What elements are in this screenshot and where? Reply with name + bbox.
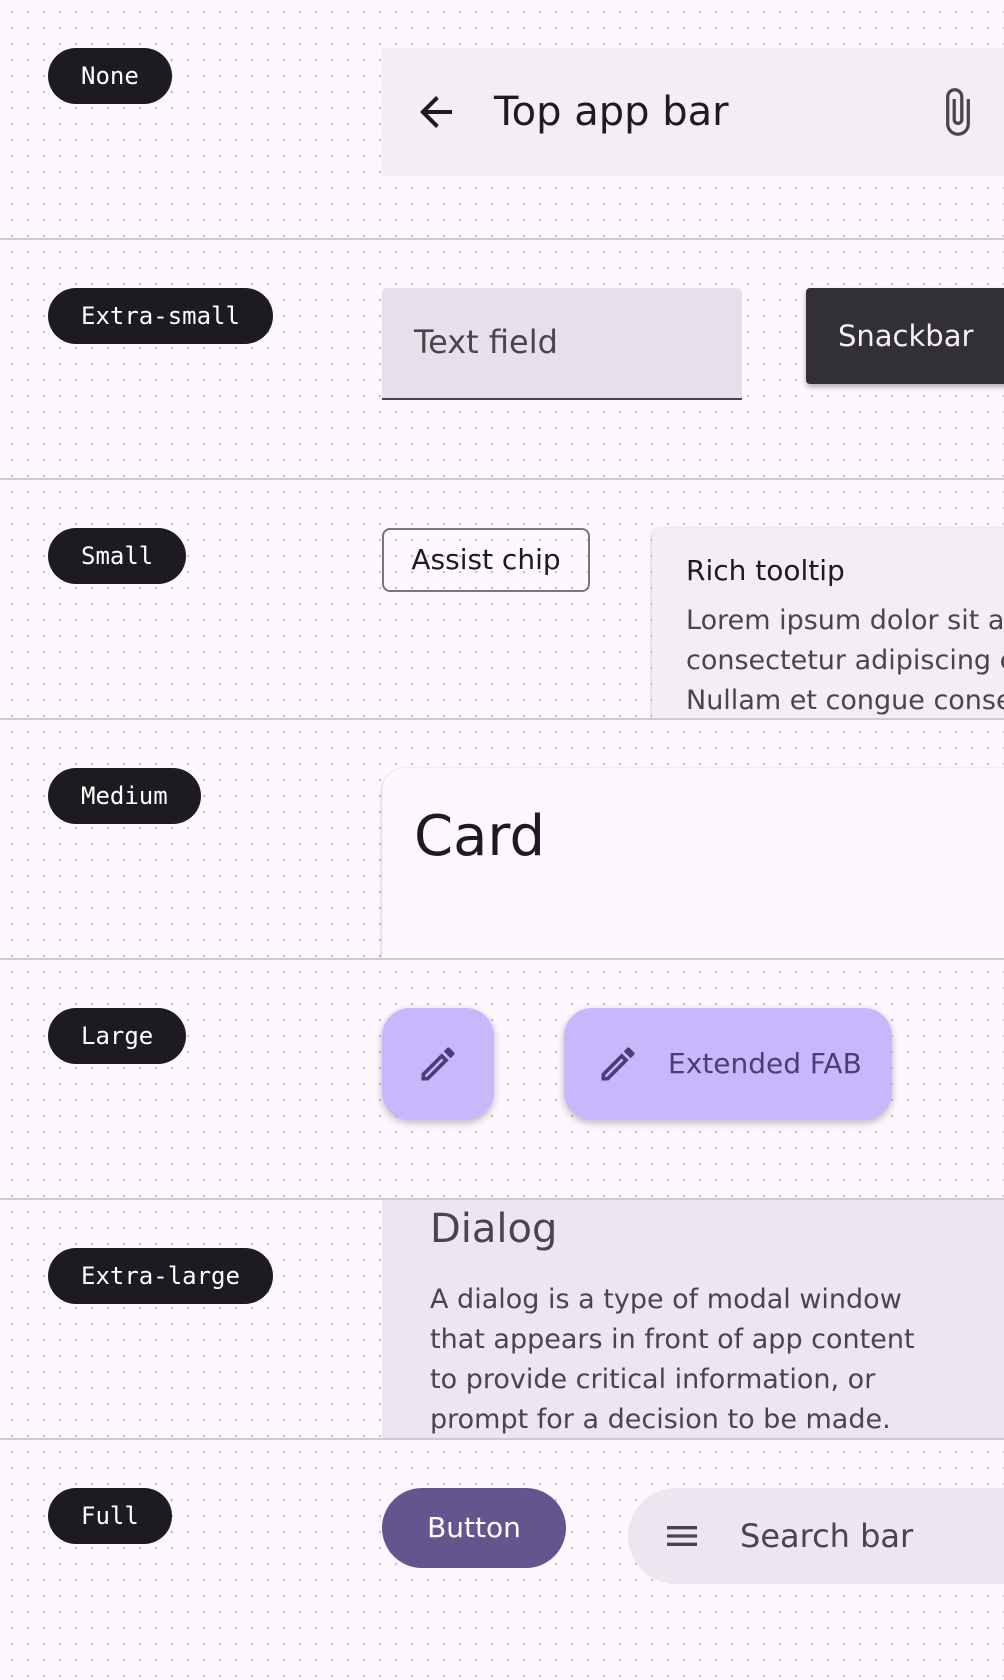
rich-tooltip-body: Lorem ipsum dolor sit amet, consectetur …	[686, 605, 1004, 716]
assist-chip[interactable]: Assist chip	[382, 528, 590, 592]
card[interactable]: Card	[382, 768, 1004, 960]
dialog-body: A dialog is a type of modal window that …	[430, 1284, 915, 1435]
shape-section-none: None Top app bar	[0, 0, 1004, 240]
edit-icon	[601, 1047, 635, 1081]
shape-section-full: Full Button Search bar	[0, 1440, 1004, 1680]
search-bar[interactable]: Search bar	[628, 1488, 1004, 1584]
shape-label-extra-large: Extra-large	[48, 1248, 273, 1304]
extended-fab-button[interactable]: Extended FAB	[564, 1008, 892, 1120]
top-app-bar: Top app bar	[382, 48, 1004, 176]
shape-section-extra-large: Extra-large Dialog A dialog is a type of…	[0, 1200, 1004, 1440]
snackbar-text: Snackbar	[838, 319, 974, 353]
shape-label-full: Full	[48, 1488, 172, 1544]
snackbar: Snackbar	[806, 288, 1004, 384]
search-bar-placeholder: Search bar	[740, 1517, 914, 1555]
shape-label-medium: Medium	[48, 768, 201, 824]
text-field-label: Text field	[414, 323, 558, 361]
rich-tooltip-title: Rich tooltip	[686, 554, 845, 587]
menu-icon[interactable]	[662, 1516, 702, 1556]
arrow-back-icon[interactable]	[412, 88, 460, 136]
shape-section-small: Small Assist chip Rich tooltip Lorem ips…	[0, 480, 1004, 720]
dialog-title: Dialog	[430, 1206, 558, 1252]
shape-label-none: None	[48, 48, 172, 104]
shape-label-large: Large	[48, 1008, 187, 1064]
extended-fab-label: Extended FAB	[668, 1047, 862, 1080]
top-app-bar-title: Top app bar	[494, 89, 729, 135]
shape-label-small: Small	[48, 528, 187, 584]
fab-button[interactable]	[382, 1008, 494, 1120]
rich-tooltip: Rich tooltip Lorem ipsum dolor sit amet,…	[652, 528, 1004, 720]
card-title: Card	[414, 804, 546, 869]
shape-section-medium: Medium Card	[0, 720, 1004, 960]
edit-icon	[421, 1047, 455, 1081]
filled-button[interactable]: Button	[382, 1488, 566, 1568]
attach-file-icon[interactable]	[932, 86, 984, 138]
dialog: Dialog A dialog is a type of modal windo…	[382, 1200, 1004, 1440]
shape-section-large: Large Extended FAB	[0, 960, 1004, 1200]
shape-section-extra-small: Extra-small Text field Snackbar	[0, 240, 1004, 480]
text-field[interactable]: Text field	[382, 288, 742, 400]
shape-label-extra-small: Extra-small	[48, 288, 273, 344]
